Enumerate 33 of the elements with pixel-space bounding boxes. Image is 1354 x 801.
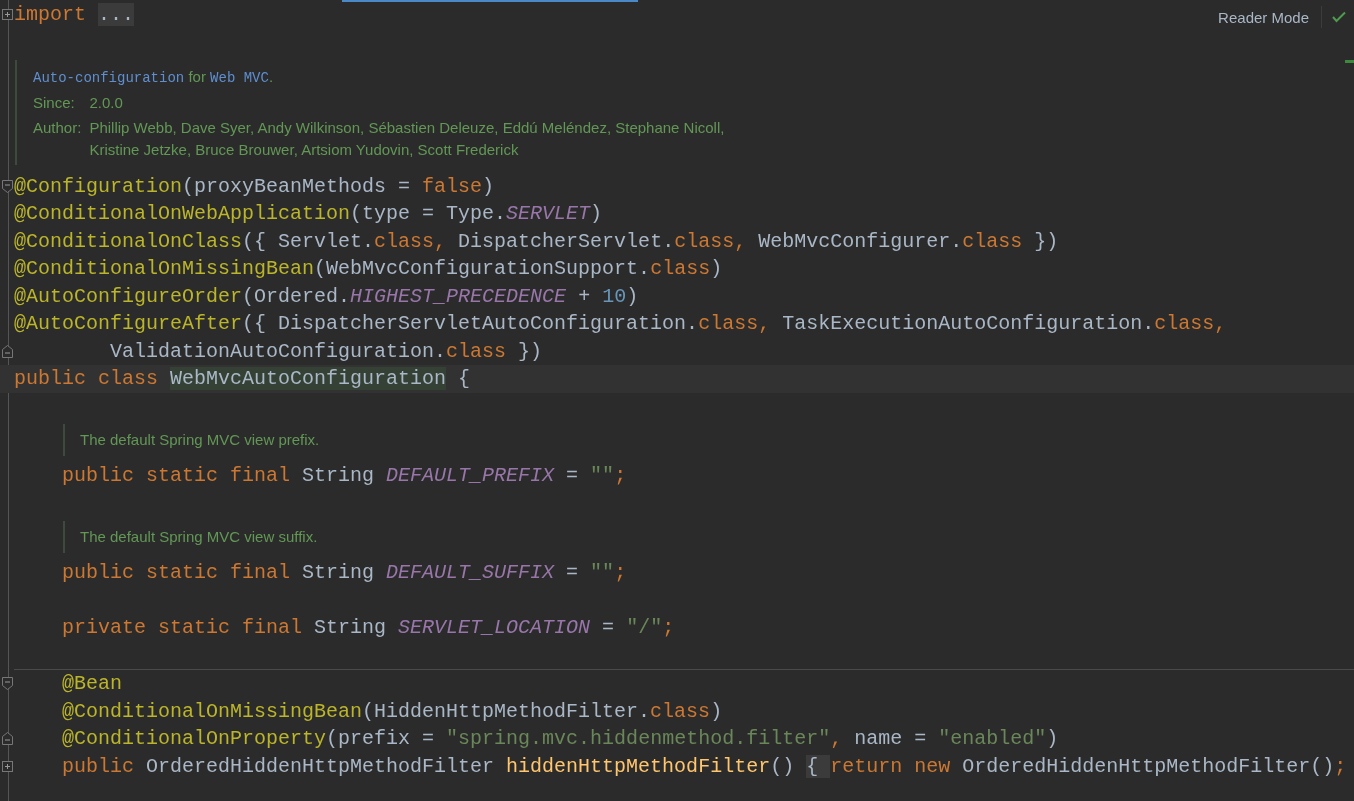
code-line: @Configuration(proxyBeanMethods = false) xyxy=(14,173,495,200)
collapse-icon[interactable] xyxy=(1,179,13,193)
doc-text: The default Spring MVC view suffix. xyxy=(80,527,318,547)
code-line: @ConditionalOnWebApplication(type = Type.SERVLET) xyxy=(14,201,603,227)
doc-text: Phillip Webb, Dave Syer, Andy Wilkinson, Sébastien Deleuze, Eddú Meléndez, Stephane Nicoll, xyxy=(89,117,725,138)
collapse-icon[interactable] xyxy=(1,677,13,691)
code-line: @ConditionalOnMissingBean(WebMvcConfigurationSupport.class) xyxy=(14,256,723,282)
code-line: @ConditionalOnClass({ Servlet.class, DispatcherServlet.class, WebMvcConfigurer.class }) xyxy=(14,228,1059,255)
code-line: public OrderedHiddenHttpMethodFilter hiddenHttpMethodFilter() { return new OrderedHiddenHttpMethodFilter(); xyxy=(61,753,1347,780)
code-line: @ConditionalOnProperty(prefix = "spring.mvc.hiddenmethod.filter", name = "enabled") xyxy=(61,726,1059,752)
doc-text: 2.0.0 xyxy=(89,92,124,113)
code-line: import ... xyxy=(14,2,135,28)
expand-icon[interactable] xyxy=(1,9,13,21)
code-line: @ConditionalOnMissingBean(HiddenHttpMethodFilter.class) xyxy=(61,698,723,725)
expand-icon[interactable] xyxy=(1,760,13,772)
doc-text: Kristine Jetzke, Bruce Brouwer, Artsiom Yudovin, Scott Frederick xyxy=(89,139,520,160)
collapse-icon[interactable] xyxy=(1,344,13,358)
code-line: public class WebMvcAutoConfiguration { xyxy=(14,366,471,392)
doc-label: Author: xyxy=(33,117,82,138)
code-line: @AutoConfigureAfter({ DispatcherServletAutoConfiguration.class, TaskExecutionAutoConfiguration.class, xyxy=(14,311,1227,337)
doc-text: Auto-configuration for Web MVC. xyxy=(33,66,275,88)
code-line: public static final String DEFAULT_PREFIX = ""; xyxy=(61,463,627,489)
code-line: public static final String DEFAULT_SUFFIX = ""; xyxy=(61,560,627,586)
code-line: private static final String SERVLET_LOCATION = "/"; xyxy=(61,615,675,641)
code-line: @AutoConfigureOrder(Ordered.HIGHEST_PRECEDENCE + 10) xyxy=(14,283,639,310)
collapse-icon[interactable] xyxy=(1,732,13,746)
doc-text: The default Spring MVC view prefix. xyxy=(80,430,320,450)
status-marker xyxy=(1345,60,1354,63)
code-line: ValidationAutoConfiguration.class }) xyxy=(109,338,543,365)
reader-mode-button[interactable]: Reader Mode xyxy=(1216,6,1311,28)
check-icon xyxy=(1332,11,1346,23)
doc-label: Since: xyxy=(33,92,76,113)
code-line: @Bean xyxy=(61,671,123,697)
